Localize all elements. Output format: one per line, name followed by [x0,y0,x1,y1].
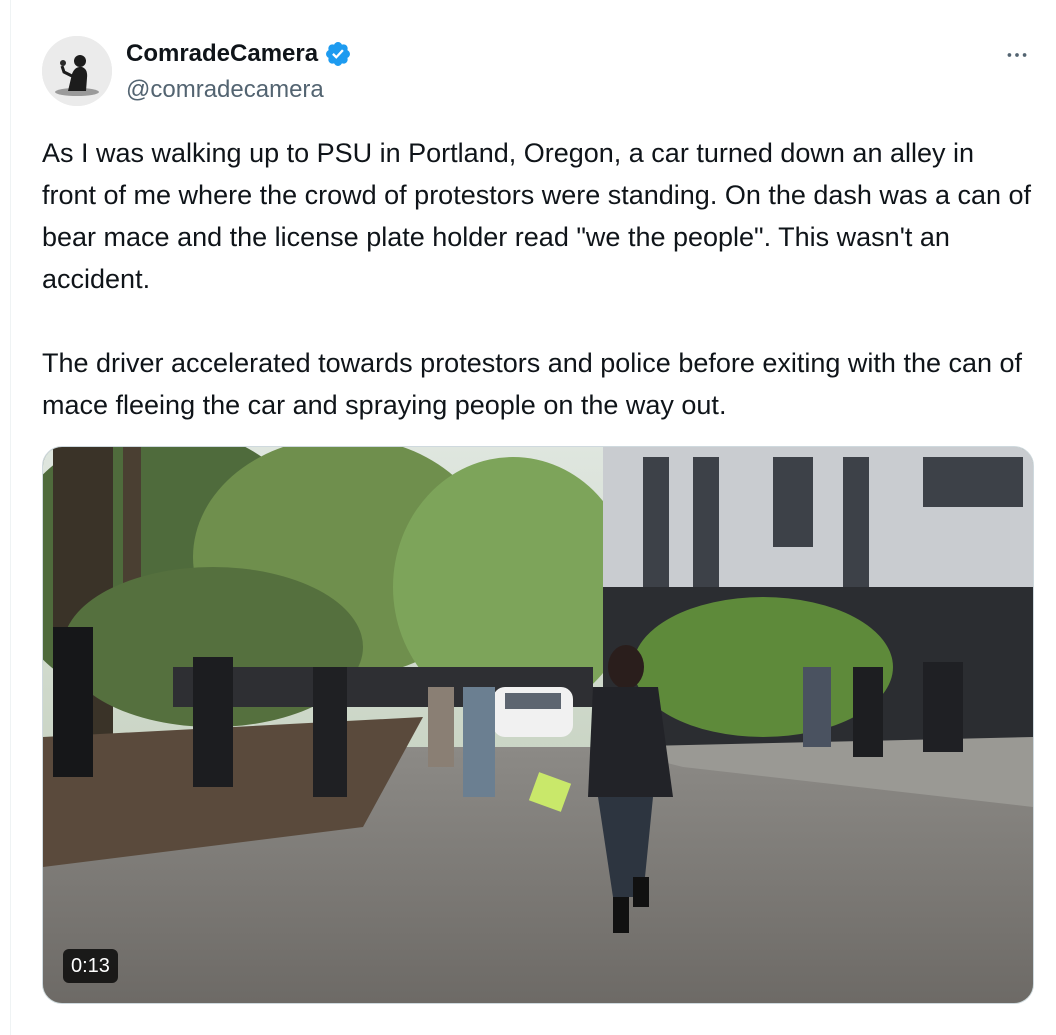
display-name[interactable]: ComradeCamera [126,40,318,68]
handle[interactable]: @comradecamera [126,76,324,104]
video-duration-badge: 0:13 [63,949,118,983]
more-options-button[interactable] [1000,38,1034,72]
tweet-paragraph: As I was walking up to PSU in Portland, … [42,138,1032,294]
more-horizontal-icon [1007,53,1027,57]
author-name-row: ComradeCamera [126,40,352,68]
tweet-paragraph: The driver accelerated towards protestor… [42,348,1023,420]
video-thumbnail [43,447,1033,1003]
avatar[interactable] [42,36,112,106]
verified-badge-icon[interactable] [324,40,352,68]
timeline-border [10,0,11,1035]
video-player[interactable]: 0:13 [42,446,1034,1004]
tweet-text: As I was walking up to PSU in Portland, … [42,132,1032,426]
